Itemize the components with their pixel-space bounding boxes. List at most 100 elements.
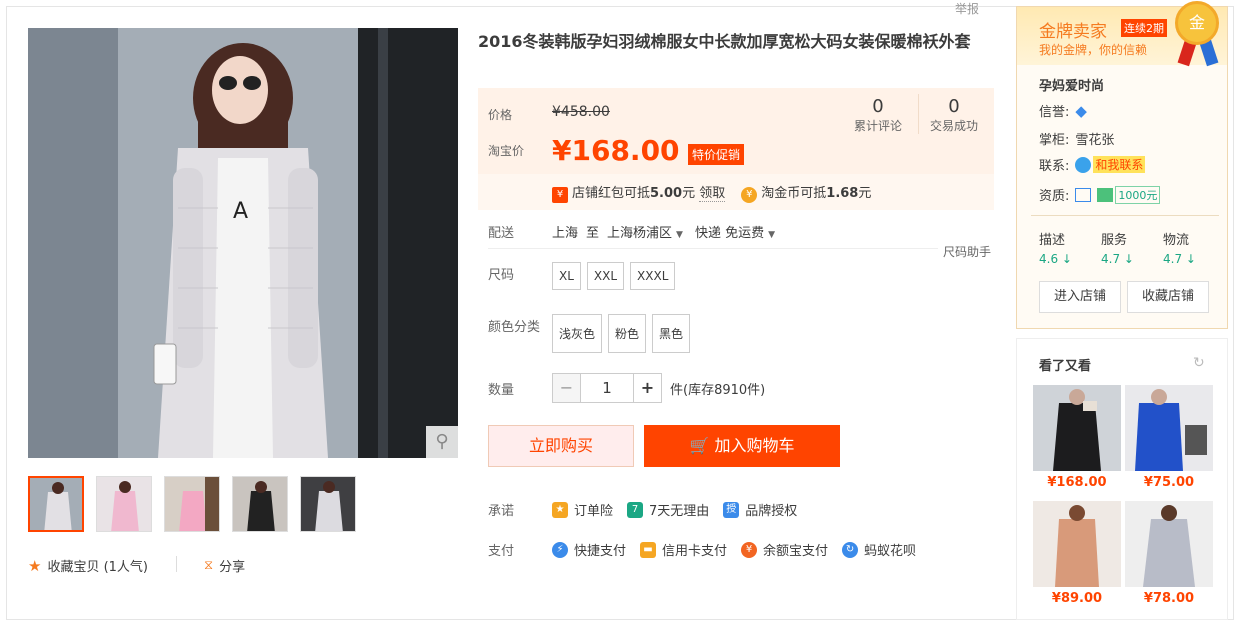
streak-badge: 连续2期: [1121, 19, 1167, 37]
gold-medal-icon: 金: [1175, 1, 1219, 45]
divider: [918, 94, 919, 134]
also-viewed-item-4[interactable]: [1125, 501, 1213, 587]
price-box: 价格 ¥458.00 淘宝价 ¥168.00 特价促销 0 累计评论 0 交易成…: [478, 88, 994, 174]
promise-text: 品牌授权: [745, 504, 798, 519]
rating-name: 服务: [1101, 233, 1128, 248]
quantity-label: 数量: [488, 382, 515, 398]
color-option-light-gray[interactable]: 浅灰色: [552, 314, 603, 353]
payment-yuebao[interactable]: ¥ 余额宝支付: [741, 540, 828, 559]
shop-name[interactable]: 孕妈爱时尚: [1039, 75, 1104, 94]
main-product-image[interactable]: A: [28, 28, 458, 458]
thumbnail-1[interactable]: [28, 476, 84, 532]
credit-row: 信誉: ◆: [1039, 101, 1087, 121]
size-label: 尺码: [488, 268, 515, 283]
keeper-name[interactable]: 雪花张: [1075, 129, 1114, 148]
arrow-down-icon: ↓: [1061, 252, 1072, 266]
also-viewed-panel: 看了又看 ↻ ¥168.00 ¥75.00 ¥89.00 ¥78.00: [1016, 338, 1228, 620]
coin-offer: ¥ 淘金币可抵1.68元: [741, 182, 871, 203]
reviews-stat[interactable]: 0 累计评论: [854, 96, 902, 134]
gold-seller-subtitle: 我的金牌，你的信赖: [1039, 43, 1148, 57]
report-link[interactable]: 举报: [955, 0, 979, 17]
promise-label: 承诺: [488, 504, 515, 519]
rating-score: 4.7: [1101, 252, 1121, 266]
payment-text: 余额宝支付: [763, 544, 829, 559]
payment-quick[interactable]: ⚡ 快捷支付: [552, 540, 626, 559]
coin-icon: ¥: [741, 186, 758, 203]
contact-label: 联系:: [1039, 159, 1070, 174]
add-to-cart-label: 加入购物车: [714, 436, 795, 455]
share-button[interactable]: ⧖ 分享: [204, 556, 245, 575]
svg-text:A: A: [233, 199, 248, 224]
reviews-label: 累计评论: [854, 119, 903, 133]
buy-now-button[interactable]: 立即购买: [488, 425, 634, 467]
quantity-input[interactable]: 1: [581, 379, 633, 397]
thumbnail-5[interactable]: [300, 476, 356, 532]
deposit-icon: [1097, 187, 1114, 202]
payment-credit-card[interactable]: ▬ 信用卡支付: [640, 540, 727, 559]
increase-button[interactable]: +: [633, 374, 661, 402]
size-helper-link[interactable]: 尺码助手: [943, 243, 991, 260]
promise-text: 订单险: [574, 504, 614, 519]
payment-text: 蚂蚁花呗: [864, 544, 917, 559]
money-bag-icon: ¥: [741, 541, 758, 558]
magnifier-icon[interactable]: ⚲: [426, 426, 458, 458]
decrease-button[interactable]: −: [553, 374, 581, 402]
payment-huabei[interactable]: ↻ 蚂蚁花呗: [842, 540, 916, 559]
promise-7day-return[interactable]: 7 7天无理由: [627, 500, 709, 519]
also-viewed-item-2[interactable]: [1125, 385, 1213, 471]
divider: [1031, 215, 1219, 216]
also-viewed-price: ¥75.00: [1143, 475, 1195, 490]
delivery-destination-select[interactable]: 上海杨浦区 ▼: [607, 222, 695, 241]
coin-unit: 元: [858, 185, 872, 201]
quantity-stepper: − 1 +: [552, 373, 662, 403]
reviews-count: 0: [872, 96, 884, 117]
claim-coupon-link[interactable]: 领取: [699, 185, 726, 202]
size-option-xl[interactable]: XL: [552, 262, 581, 290]
also-viewed-title: 看了又看: [1039, 359, 1092, 374]
thumbnail-2[interactable]: [96, 476, 152, 532]
qualification-label: 资质:: [1039, 189, 1070, 204]
shipping-select[interactable]: 快递 免运费 ▼: [695, 222, 787, 241]
delivery-label: 配送: [488, 226, 515, 241]
seven-day-icon: 7: [627, 501, 644, 518]
coupon-offer: ¥ 店铺红包可抵5.00元 领取: [552, 182, 726, 203]
contact-seller-button[interactable]: 和我联系: [1093, 156, 1146, 173]
thumbnail-3[interactable]: [164, 476, 220, 532]
size-option-xxxl[interactable]: XXXL: [630, 262, 676, 290]
color-option-pink[interactable]: 粉色: [608, 314, 647, 353]
credit-card-icon: ▬: [640, 541, 657, 558]
color-label: 颜色分类: [488, 320, 541, 335]
share-label: 分享: [219, 560, 246, 575]
enter-shop-button[interactable]: 进入店铺: [1039, 281, 1121, 313]
promise-text: 7天无理由: [649, 504, 710, 519]
promise-brand-authorized[interactable]: 授品牌授权: [723, 500, 797, 519]
size-option-xxl[interactable]: XXL: [586, 262, 625, 290]
add-to-cart-button[interactable]: 🛒 加入购物车: [644, 425, 840, 467]
also-viewed-item-1[interactable]: [1033, 385, 1121, 471]
huabei-icon: ↻: [842, 541, 859, 558]
share-icon: ⧖: [204, 558, 214, 573]
quantity-row: 数量 − 1 + 件(库存8910件): [488, 373, 765, 403]
rating-score: 4.7: [1163, 252, 1183, 266]
id-card-icon: [1075, 187, 1092, 202]
color-option-black[interactable]: 黑色: [652, 314, 691, 353]
deals-count: 0: [948, 96, 960, 117]
payment-row: 支付 ⚡ 快捷支付 ▬ 信用卡支付 ¥ 余额宝支付 ↻ 蚂蚁花呗: [488, 540, 930, 559]
qualification-row: 资质: 1000元: [1039, 185, 1161, 204]
thumbnail-4[interactable]: [232, 476, 288, 532]
coupon-text: 店铺红包可抵: [572, 185, 651, 201]
delivery-to-word: 至: [586, 226, 600, 241]
refresh-icon[interactable]: ↻: [1193, 355, 1205, 371]
favorite-shop-button[interactable]: 收藏店铺: [1127, 281, 1209, 313]
authorized-icon: 授: [723, 501, 740, 518]
color-row: 颜色分类 浅灰色 粉色 黑色: [488, 314, 696, 353]
rating-logistics: 物流 4.7 ↓: [1163, 229, 1196, 266]
credit-label: 信誉:: [1039, 105, 1070, 120]
divider: [176, 556, 177, 572]
thumbnail-strip: [28, 476, 356, 532]
also-viewed-item-3[interactable]: [1033, 501, 1121, 587]
rating-name: 描述: [1039, 233, 1066, 248]
favorite-item-button[interactable]: ★ 收藏宝贝 (1人气): [28, 556, 148, 576]
promise-order-insurance[interactable]: ★ 订单险: [552, 500, 613, 519]
delivery-destination: 上海杨浦区: [607, 226, 673, 241]
